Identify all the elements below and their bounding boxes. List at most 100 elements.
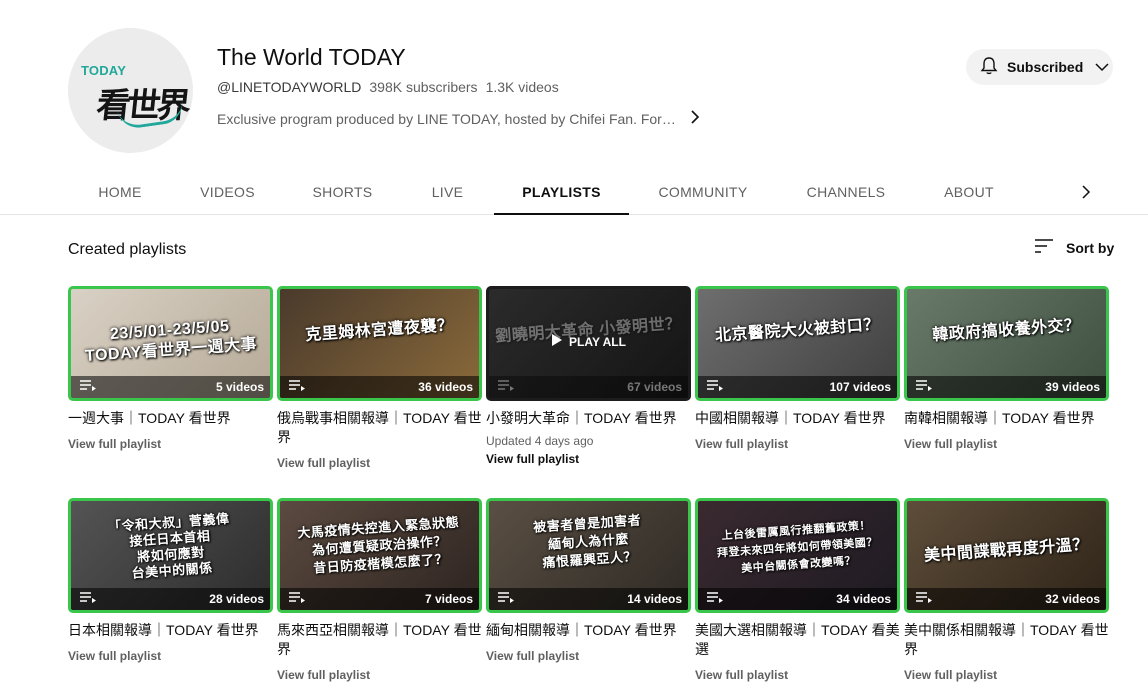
chevron-down-icon [1095, 59, 1109, 75]
sort-icon [1034, 238, 1054, 257]
playlist-title[interactable]: 美中關係相關報導｜TODAY 看世界 [904, 621, 1109, 659]
sort-by-button[interactable]: Sort by [1034, 238, 1114, 257]
playlist-card[interactable]: 劉曉明大革命 小發明世？ PLAY ALL 67 videos 小發明大革命｜T… [486, 286, 691, 466]
playlist-video-count: 7 videos [424, 592, 473, 606]
thumbnail-caption: 上台後雷厲風行推翻舊政策！ 拜登未來四年將如何帶領美國？ 美中台關係會改變嗎？ [716, 519, 879, 575]
thumbnail-caption: 被害者曾是加害者 緬甸人為什麼 痛恨羅興亞人？ [532, 512, 642, 571]
playlist-thumbnail[interactable]: 美中間諜戰再度升溫？ 32 videos [904, 498, 1109, 613]
video-count: 1.3K videos [485, 79, 559, 95]
playlist-icon [497, 378, 515, 396]
playlist-thumbnail[interactable]: 23/5/01-23/5/05 TODAY看世界一週大事 5 videos [68, 286, 273, 401]
thumbnail-caption: 美中間諜戰再度升溫？ [923, 536, 1090, 565]
playlist-title[interactable]: 俄烏戰事相關報導｜TODAY 看世界 [277, 409, 482, 447]
playlist-card[interactable]: 「令和大叔」菅義偉 接任日本首相 將如何應對 台美中的關係 28 videos … [68, 498, 273, 663]
playlist-thumbnail[interactable]: 大馬疫情失控進入緊急狀態 為何遭質疑政治操作？ 昔日防疫楷模怎麼了？ 7 vid… [277, 498, 482, 613]
playlist-card[interactable]: 大馬疫情失控進入緊急狀態 為何遭質疑政治操作？ 昔日防疫楷模怎麼了？ 7 vid… [277, 498, 482, 682]
view-full-playlist-link[interactable]: View full playlist [277, 668, 482, 682]
tab-live[interactable]: LIVE [422, 172, 473, 215]
tab-community[interactable]: COMMUNITY [650, 172, 756, 215]
playlist-thumbnail[interactable]: 「令和大叔」菅義偉 接任日本首相 將如何應對 台美中的關係 28 videos [68, 498, 273, 613]
channel-meta: @LINETODAYWORLD 398K subscribers 1.3K vi… [217, 79, 559, 95]
view-full-playlist-link[interactable]: View full playlist [68, 649, 273, 663]
view-full-playlist-link[interactable]: View full playlist [277, 456, 482, 470]
view-full-playlist-link[interactable]: View full playlist [904, 437, 1109, 451]
playlist-card[interactable]: 被害者曾是加害者 緬甸人為什麼 痛恨羅興亞人？ 14 videos 緬甸相關報導… [486, 498, 691, 663]
avatar-text-en: TODAY [81, 63, 127, 78]
playlist-video-count: 34 videos [836, 592, 891, 606]
thumbnail-caption: 「令和大叔」菅義偉 接任日本首相 將如何應對 台美中的關係 [107, 510, 230, 581]
channel-tabs: HOME VIDEOS SHORTS LIVE PLAYLISTS COMMUN… [0, 172, 1148, 215]
playlist-card[interactable]: 美中間諜戰再度升溫？ 32 videos 美中關係相關報導｜TODAY 看世界 … [904, 498, 1109, 682]
playlist-thumbnail[interactable]: 北京醫院大火被封口？ 107 videos [695, 286, 900, 401]
thumbnail-caption: 克里姆林宮遭夜襲？ [304, 316, 455, 345]
playlist-icon [706, 590, 724, 608]
playlist-title[interactable]: 日本相關報導｜TODAY 看世界 [68, 621, 273, 640]
playlist-title[interactable]: 一週大事｜TODAY 看世界 [68, 409, 273, 428]
playlist-thumbnail[interactable]: 劉曉明大革命 小發明世？ PLAY ALL 67 videos [486, 286, 691, 401]
channel-avatar[interactable]: TODAY 看世界 [68, 28, 193, 153]
play-icon [551, 333, 563, 350]
tab-shorts[interactable]: SHORTS [305, 172, 380, 215]
playlist-card[interactable]: 上台後雷厲風行推翻舊政策！ 拜登未來四年將如何帶領美國？ 美中台關係會改變嗎？ … [695, 498, 900, 682]
channel-description[interactable]: Exclusive program produced by LINE TODAY… [217, 110, 701, 127]
playlist-video-count: 39 videos [1045, 380, 1100, 394]
playlist-icon [915, 378, 933, 396]
playlist-icon [288, 378, 306, 396]
playlist-icon [79, 590, 97, 608]
playlist-thumbnail[interactable]: 被害者曾是加害者 緬甸人為什麼 痛恨羅興亞人？ 14 videos [486, 498, 691, 613]
playlist-card[interactable]: 韓政府搞收養外交？ 39 videos 南韓相關報導｜TODAY 看世界 Vie… [904, 286, 1109, 451]
playlist-title[interactable]: 緬甸相關報導｜TODAY 看世界 [486, 621, 691, 640]
playlist-title[interactable]: 馬來西亞相關報導｜TODAY 看世界 [277, 621, 482, 659]
playlist-updated: Updated 4 days ago [486, 434, 594, 448]
thumbnail-caption: 23/5/01-23/5/05 TODAY看世界一週大事 [84, 317, 258, 365]
playlist-icon [706, 378, 724, 396]
playlist-video-count: 28 videos [209, 592, 264, 606]
playlist-thumbnail[interactable]: 克里姆林宮遭夜襲？ 36 videos [277, 286, 482, 401]
view-full-playlist-link[interactable]: View full playlist [695, 437, 900, 451]
channel-description-text: Exclusive program produced by LINE TODAY… [217, 110, 677, 127]
playlist-icon [497, 590, 515, 608]
tab-about[interactable]: ABOUT [936, 172, 1002, 215]
playlist-video-count: 67 videos [627, 380, 682, 394]
playlist-icon [915, 590, 933, 608]
sort-by-label: Sort by [1066, 239, 1115, 256]
view-full-playlist-link[interactable]: View full playlist [695, 668, 900, 682]
playlist-thumbnail[interactable]: 上台後雷厲風行推翻舊政策！ 拜登未來四年將如何帶領美國？ 美中台關係會改變嗎？ … [695, 498, 900, 613]
channel-name: The World TODAY [217, 44, 406, 70]
playlist-title[interactable]: 美國大選相關報導｜TODAY 看美選 [695, 621, 900, 659]
tab-home[interactable]: HOME [89, 172, 151, 215]
view-full-playlist-link[interactable]: View full playlist [486, 649, 691, 663]
play-all-overlay[interactable]: PLAY ALL [489, 333, 688, 350]
playlist-card[interactable]: 克里姆林宮遭夜襲？ 36 videos 俄烏戰事相關報導｜TODAY 看世界 V… [277, 286, 482, 470]
thumbnail-caption: 韓政府搞收養外交？ [931, 316, 1082, 345]
playlist-video-count: 107 videos [829, 380, 891, 394]
subscribed-label: Subscribed [1007, 59, 1084, 75]
playlist-icon [288, 590, 306, 608]
tabs-scroll-right-icon[interactable] [1072, 178, 1100, 206]
playlist-thumbnail[interactable]: 韓政府搞收養外交？ 39 videos [904, 286, 1109, 401]
subscriber-count: 398K subscribers [369, 79, 478, 95]
channel-handle: @LINETODAYWORLD [217, 79, 362, 95]
playlist-title[interactable]: 小發明大革命｜TODAY 看世界 [486, 409, 691, 428]
tab-playlists[interactable]: PLAYLISTS [494, 172, 629, 215]
playlist-icon [79, 378, 97, 396]
play-all-label: PLAY ALL [569, 334, 626, 349]
thumbnail-caption: 北京醫院大火被封口？ [714, 316, 881, 345]
playlist-title[interactable]: 中國相關報導｜TODAY 看世界 [695, 409, 900, 428]
view-full-playlist-link[interactable]: View full playlist [486, 452, 691, 466]
chevron-right-icon[interactable] [689, 110, 701, 127]
playlist-video-count: 36 videos [418, 380, 473, 394]
subscribed-button[interactable]: Subscribed [966, 49, 1113, 85]
playlist-video-count: 5 videos [215, 380, 264, 394]
thumbnail-caption: 大馬疫情失控進入緊急狀態 為何遭質疑政治操作？ 昔日防疫楷模怎麼了？ [296, 514, 460, 576]
section-title: Created playlists [68, 241, 187, 258]
tab-videos[interactable]: VIDEOS [192, 172, 263, 215]
playlist-video-count: 32 videos [1045, 592, 1100, 606]
tab-channels[interactable]: CHANNELS [798, 172, 894, 215]
view-full-playlist-link[interactable]: View full playlist [904, 668, 1109, 682]
playlist-video-count: 14 videos [627, 592, 682, 606]
view-full-playlist-link[interactable]: View full playlist [68, 437, 273, 451]
playlist-card[interactable]: 23/5/01-23/5/05 TODAY看世界一週大事 5 videos 一週… [68, 286, 273, 451]
playlist-card[interactable]: 北京醫院大火被封口？ 107 videos 中國相關報導｜TODAY 看世界 V… [695, 286, 900, 451]
playlist-title[interactable]: 南韓相關報導｜TODAY 看世界 [904, 409, 1109, 428]
